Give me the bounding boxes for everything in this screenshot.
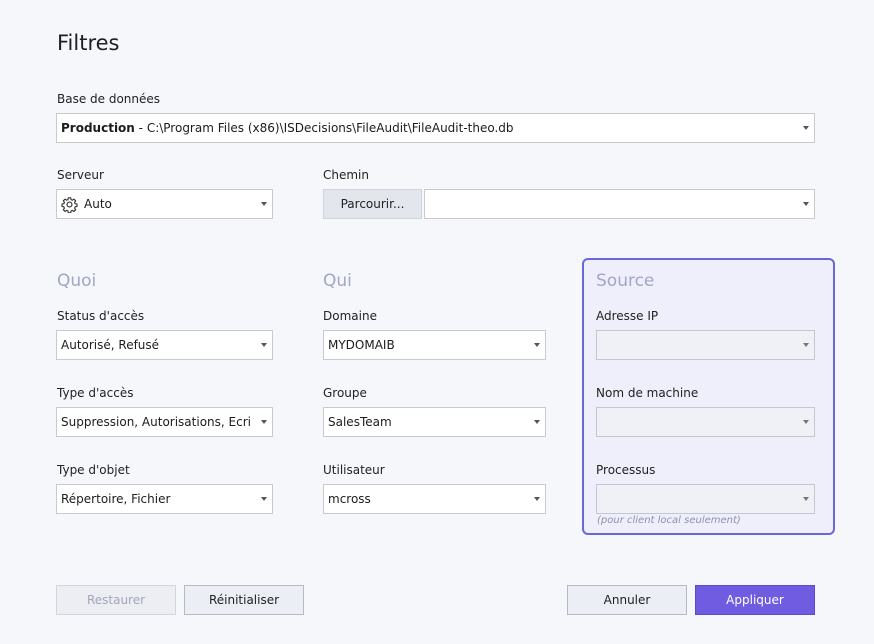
cancel-button[interactable]: Annuler bbox=[567, 585, 687, 615]
server-label: Serveur bbox=[57, 168, 104, 182]
quoi-heading: Quoi bbox=[57, 271, 97, 291]
database-name: Production bbox=[61, 121, 135, 135]
group-select[interactable]: SalesTeam bbox=[323, 407, 546, 437]
user-select[interactable]: mcross bbox=[323, 484, 546, 514]
group-value: SalesTeam bbox=[328, 415, 392, 429]
path-label: Chemin bbox=[323, 168, 369, 182]
source-heading: Source bbox=[596, 271, 655, 291]
access-status-value: Autorisé, Refusé bbox=[61, 338, 160, 352]
qui-heading: Qui bbox=[323, 271, 352, 291]
chevron-down-icon bbox=[803, 202, 809, 206]
database-separator: - bbox=[134, 121, 147, 135]
ip-label: Adresse IP bbox=[596, 309, 659, 323]
server-value: Auto bbox=[84, 197, 112, 211]
chevron-down-icon bbox=[261, 202, 267, 206]
machine-label: Nom de machine bbox=[596, 386, 699, 400]
object-type-value: Répertoire, Fichier bbox=[61, 492, 171, 506]
ip-select[interactable] bbox=[596, 330, 815, 360]
page-title: Filtres bbox=[57, 31, 120, 55]
access-status-label: Status d'accès bbox=[57, 309, 145, 323]
chevron-down-icon bbox=[534, 343, 540, 347]
server-select[interactable]: Auto bbox=[56, 189, 273, 219]
database-label: Base de données bbox=[57, 92, 161, 106]
domain-label: Domaine bbox=[323, 309, 377, 323]
object-type-label: Type d'objet bbox=[57, 463, 130, 477]
access-type-select[interactable]: Suppression, Autorisations, Ecri... bbox=[56, 407, 273, 437]
database-value: Production - C:\Program Files (x86)\ISDe… bbox=[61, 114, 794, 142]
access-type-label: Type d'accès bbox=[57, 386, 134, 400]
process-select[interactable] bbox=[596, 484, 815, 514]
chevron-down-icon bbox=[534, 420, 540, 424]
process-label: Processus bbox=[596, 463, 656, 477]
chevron-down-icon bbox=[803, 343, 809, 347]
chevron-down-icon bbox=[803, 126, 809, 130]
domain-value: MYDOMAIB bbox=[328, 338, 395, 352]
chevron-down-icon bbox=[261, 343, 267, 347]
user-label: Utilisateur bbox=[323, 463, 385, 477]
process-hint: (pour client local seulement) bbox=[597, 515, 741, 526]
user-value: mcross bbox=[328, 492, 371, 506]
group-label: Groupe bbox=[323, 386, 367, 400]
chevron-down-icon bbox=[534, 497, 540, 501]
object-type-select[interactable]: Répertoire, Fichier bbox=[56, 484, 273, 514]
database-path: C:\Program Files (x86)\ISDecisions\FileA… bbox=[146, 121, 514, 135]
chevron-down-icon bbox=[261, 497, 267, 501]
restore-button[interactable]: Restaurer bbox=[56, 585, 176, 615]
browse-button[interactable]: Parcourir... bbox=[323, 189, 422, 219]
machine-select[interactable] bbox=[596, 407, 815, 437]
apply-button[interactable]: Appliquer bbox=[695, 585, 815, 615]
domain-select[interactable]: MYDOMAIB bbox=[323, 330, 546, 360]
access-type-value: Suppression, Autorisations, Ecri... bbox=[61, 415, 252, 429]
chevron-down-icon bbox=[803, 420, 809, 424]
reset-button[interactable]: Réinitialiser bbox=[184, 585, 304, 615]
access-status-select[interactable]: Autorisé, Refusé bbox=[56, 330, 273, 360]
chevron-down-icon bbox=[261, 420, 267, 424]
chevron-down-icon bbox=[803, 497, 809, 501]
gear-icon bbox=[61, 197, 78, 213]
database-select[interactable]: Production - C:\Program Files (x86)\ISDe… bbox=[56, 113, 815, 143]
path-select[interactable] bbox=[424, 189, 815, 219]
